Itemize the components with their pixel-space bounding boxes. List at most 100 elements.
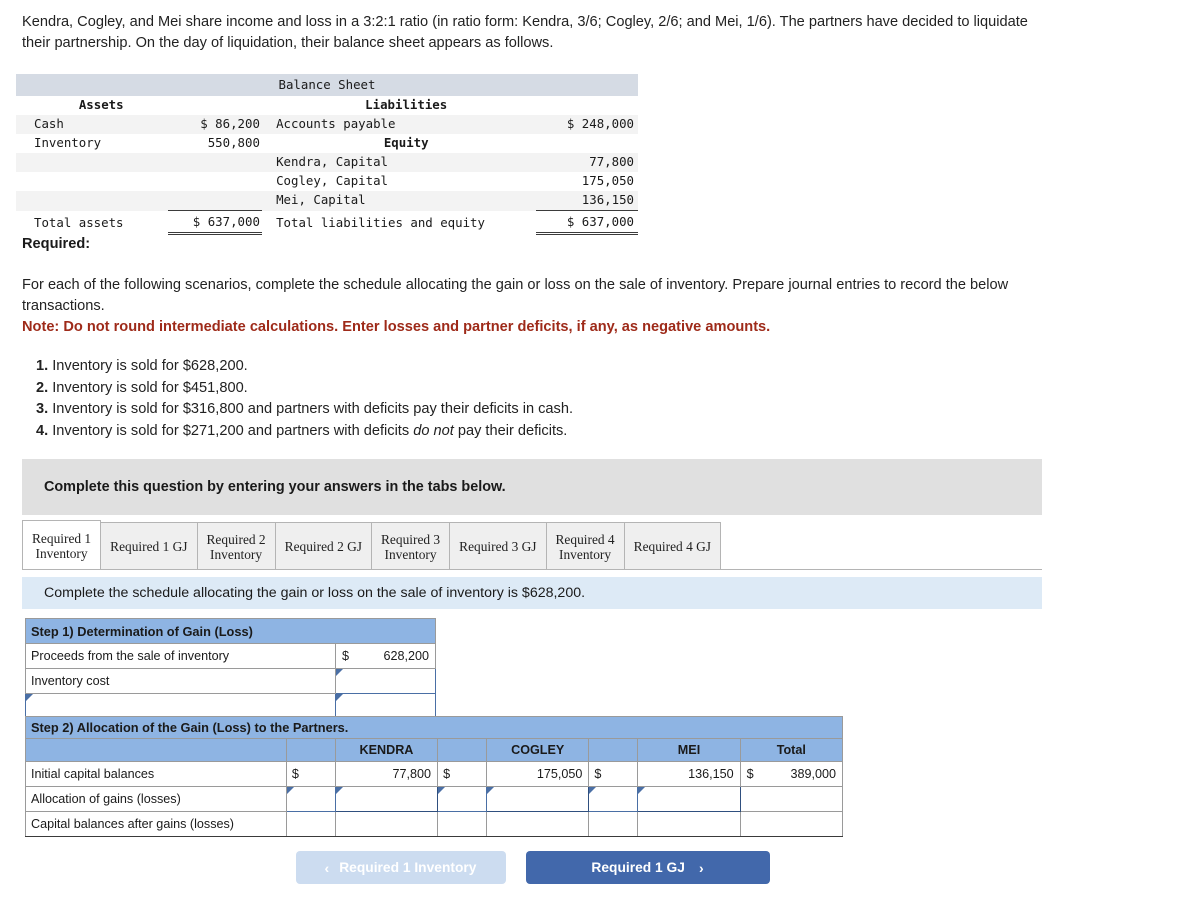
step2-amount-2-2[interactable] bbox=[486, 786, 590, 812]
step2-total-1: $389,000 bbox=[739, 761, 844, 787]
spacer-cell bbox=[262, 211, 272, 234]
step1-label-1: Proceeds from the sale of inventory bbox=[25, 643, 336, 669]
scenario-number: 3. bbox=[36, 401, 49, 417]
instruction-text: Complete the schedule allocating the gai… bbox=[44, 585, 586, 601]
step2-amount-2-1[interactable] bbox=[334, 786, 439, 812]
tab-4[interactable]: Required 2 GJ bbox=[274, 522, 372, 569]
step1-row bbox=[25, 693, 844, 719]
scenario-item: 4. Inventory is sold for $271,200 and pa… bbox=[36, 421, 796, 443]
inventory-row: Inventory 550,800 Equity bbox=[16, 134, 638, 153]
step2-sign-cell-3-1 bbox=[285, 811, 336, 837]
spacer-cell bbox=[436, 644, 844, 669]
required-note: Note: Do not round intermediate calculat… bbox=[22, 319, 771, 335]
step1-amount-1: $628,200 bbox=[335, 643, 436, 669]
step2-body: Step 2) Allocation of the Gain (Loss) to… bbox=[25, 716, 844, 837]
step2-sign-cell-2-2[interactable] bbox=[437, 786, 488, 812]
step2-sign-cell-3-2 bbox=[437, 811, 488, 837]
step2-amount-3-1 bbox=[334, 811, 439, 837]
previous-tab-button[interactable]: ‹ Required 1 Inventory bbox=[295, 851, 506, 884]
spacer-cell bbox=[261, 115, 273, 134]
step2-header: Step 2) Allocation of the Gain (Loss) to… bbox=[25, 716, 843, 739]
tab-3[interactable]: Required 2 Inventory bbox=[196, 522, 276, 569]
step2-label-1: Initial capital balances bbox=[25, 761, 287, 787]
scenario-text: Inventory is sold for $316,800 and partn… bbox=[48, 401, 574, 417]
scenario-item: 2. Inventory is sold for $451,800. bbox=[36, 378, 796, 400]
step1-header-row: Step 1) Determination of Gain (Loss) bbox=[25, 618, 844, 644]
spacer-cell bbox=[262, 172, 272, 191]
tab-6[interactable]: Required 3 GJ bbox=[449, 522, 547, 569]
tab-8[interactable]: Required 4 GJ bbox=[623, 522, 721, 569]
step2-amount-1-3-value: 136,150 bbox=[688, 767, 734, 781]
scenario-emphasis: do not bbox=[413, 422, 454, 439]
step1-amount-1-value: 628,200 bbox=[383, 649, 429, 663]
scenario-list: 1. Inventory is sold for $628,200. 2. Inv… bbox=[36, 356, 796, 442]
balance-sheet-title-row: Balance Sheet bbox=[16, 74, 638, 96]
total-liabilities-equity-label: Total liabilities and equity bbox=[276, 214, 485, 230]
column-header-blank bbox=[285, 738, 336, 762]
cogley-capital-row: Cogley, Capital 175,050 bbox=[16, 172, 638, 191]
spacer-cell bbox=[436, 694, 844, 719]
spacer-cell bbox=[261, 153, 273, 172]
spacer-cell bbox=[262, 134, 272, 153]
scenario-number: 1. bbox=[36, 358, 49, 374]
step2-amount-3-3 bbox=[637, 811, 741, 837]
mei-capital-amount: 136,150 bbox=[536, 191, 638, 211]
mei-capital-label: Mei, Capital bbox=[272, 191, 537, 211]
next-tab-label: Required 1 GJ bbox=[591, 860, 685, 875]
column-header-blank bbox=[588, 738, 639, 762]
spacer-cell bbox=[168, 172, 262, 191]
scenario-item: 1. Inventory is sold for $628,200. bbox=[36, 356, 796, 378]
step2-amount-1-1-value: 77,800 bbox=[392, 767, 432, 781]
step2-table: Step 2) Allocation of the Gain (Loss) to… bbox=[25, 716, 844, 837]
step2-row: Initial capital balances $77,800 $175,050 $… bbox=[25, 761, 844, 787]
kendra-capital-amount: 77,800 bbox=[536, 153, 638, 172]
intro-paragraph: Kendra, Cogley, and Mei share income and… bbox=[22, 14, 1028, 51]
step2-sign-cell-2-1[interactable] bbox=[285, 786, 336, 812]
kendra-capital-row: Kendra, Capital 77,800 bbox=[16, 153, 638, 172]
step2-amount-1-2: 175,050 bbox=[486, 761, 590, 787]
column-header-kendra: KENDRA bbox=[334, 738, 439, 762]
step2-amount-2-3[interactable] bbox=[637, 786, 741, 812]
accounts-payable-label: Accounts payable bbox=[272, 115, 537, 134]
required-body: For each of the following scenarios, com… bbox=[22, 275, 1034, 338]
scenario-text: Inventory is sold for $271,200 and partn… bbox=[48, 422, 414, 439]
tab-2[interactable]: Required 1 GJ bbox=[100, 522, 198, 569]
spacer-cell bbox=[262, 96, 272, 115]
step2-total-2 bbox=[739, 786, 844, 812]
complete-question-banner: Complete this question by entering your … bbox=[22, 459, 1042, 515]
accounts-payable-amount: $ 248,000 bbox=[536, 115, 638, 134]
assets-header: Assets bbox=[78, 97, 124, 112]
next-tab-button[interactable]: Required 1 GJ › bbox=[525, 851, 770, 884]
cash-label: Cash bbox=[16, 115, 169, 134]
inventory-label: Inventory bbox=[34, 135, 102, 150]
column-header-cogley: COGLEY bbox=[486, 738, 590, 762]
spacer-cell bbox=[16, 172, 168, 191]
step2-column-header-row: KENDRA COGLEY MEI Total bbox=[25, 738, 844, 762]
step2-sign-cell-2-3[interactable] bbox=[588, 786, 639, 812]
step2-total-3 bbox=[739, 811, 844, 837]
kendra-capital-label: Kendra, Capital bbox=[272, 153, 537, 172]
step1-body: Step 1) Determination of Gain (Loss) Proc… bbox=[25, 618, 844, 719]
navigation-buttons: ‹ Required 1 Inventory Required 1 GJ › bbox=[0, 851, 1065, 884]
cogley-capital-label: Cogley, Capital bbox=[276, 173, 388, 188]
tab-5[interactable]: Required 3 Inventory bbox=[371, 522, 451, 569]
step2-sign-cell-1-1: $ bbox=[285, 761, 336, 787]
tab-1[interactable]: Required 1 Inventory bbox=[22, 520, 102, 569]
step1-amount-1-currency: $ bbox=[342, 649, 350, 663]
required-body-text: For each of the following scenarios, com… bbox=[22, 277, 1009, 314]
step2-sign-cell-3-3 bbox=[588, 811, 639, 837]
column-header-blank bbox=[25, 738, 287, 762]
section-header-row: Assets Liabilities bbox=[16, 96, 638, 115]
equity-header: Equity bbox=[383, 135, 429, 150]
liabilities-header: Liabilities bbox=[365, 97, 448, 112]
step2-label-2: Allocation of gains (losses) bbox=[25, 786, 287, 812]
tab-7[interactable]: Required 4 Inventory bbox=[545, 522, 625, 569]
step1-amount-input-2[interactable] bbox=[335, 668, 436, 694]
step1-label-2: Inventory cost bbox=[25, 668, 336, 694]
chevron-left-icon: ‹ bbox=[324, 859, 330, 876]
mei-capital-row: Mei, Capital 136,150 bbox=[16, 191, 638, 211]
step1-amount-input-3[interactable] bbox=[335, 693, 436, 719]
cash-amount: $ 86,200 bbox=[168, 115, 262, 134]
total-assets-label: Total assets bbox=[34, 214, 124, 230]
step1-label-input-3[interactable] bbox=[25, 693, 336, 719]
